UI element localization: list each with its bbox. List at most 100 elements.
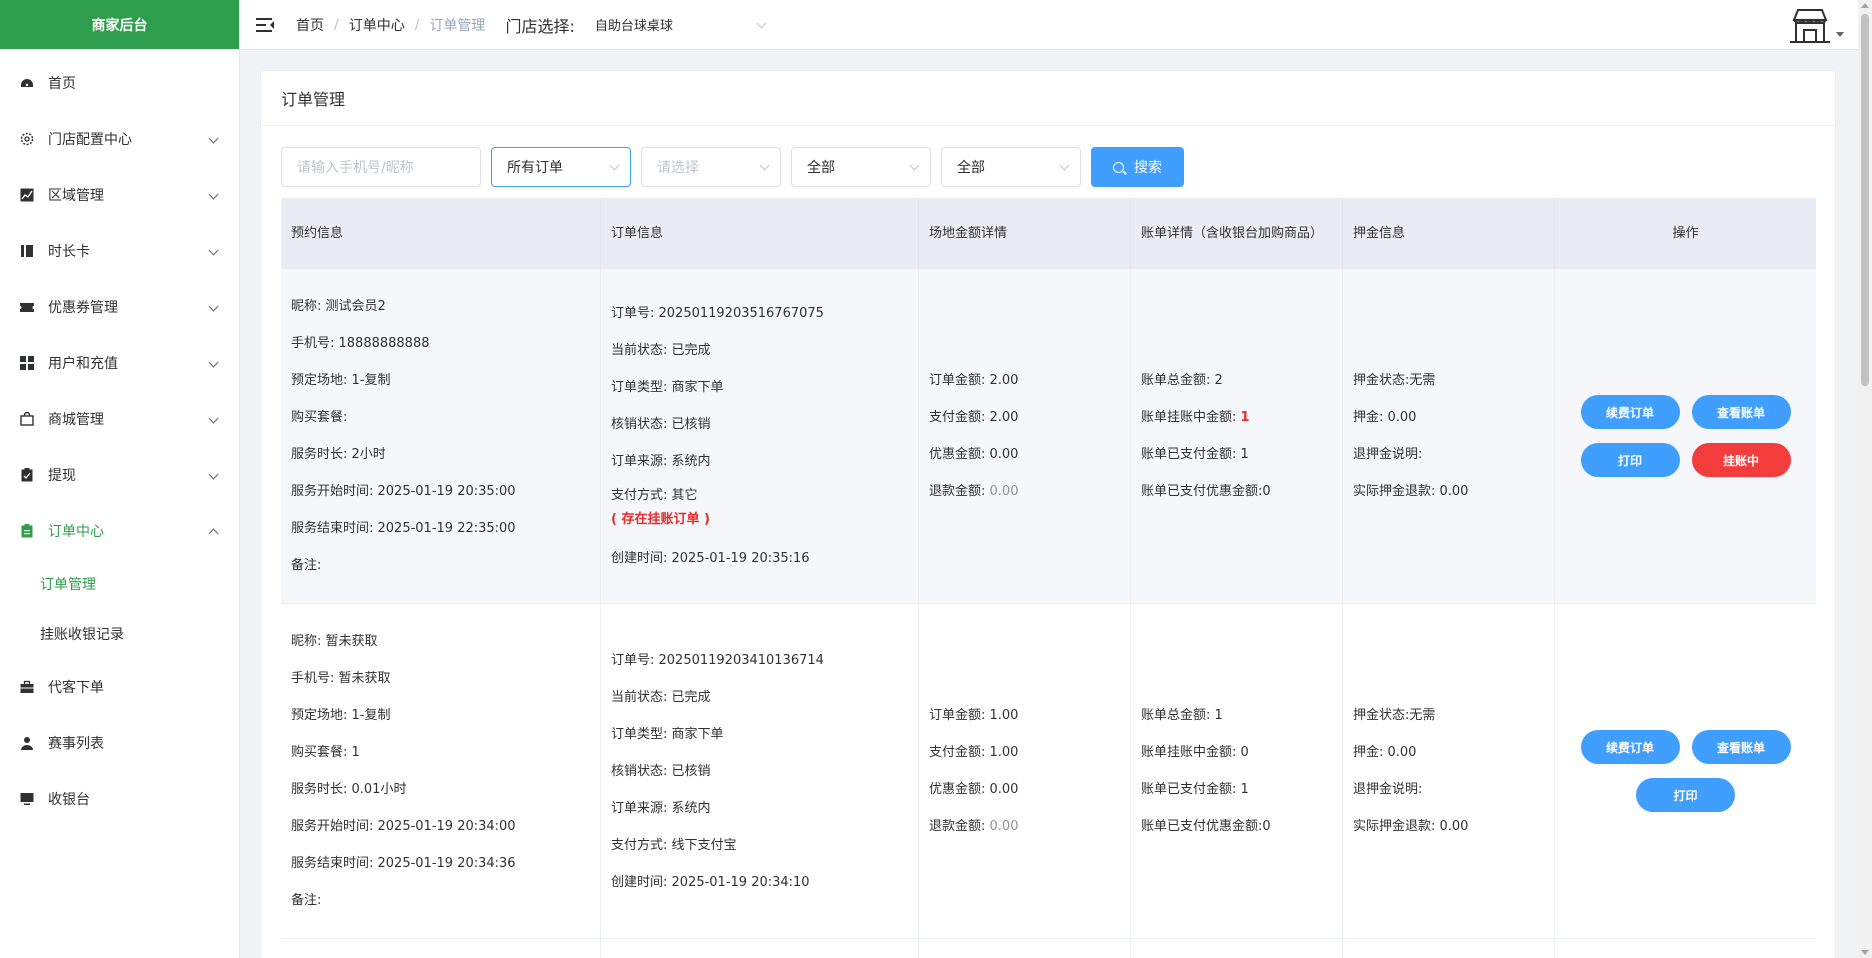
renew-order-button[interactable]: 续费订单 [1580, 395, 1680, 429]
grid-icon [20, 356, 34, 370]
venue-amount-cell: 订单金额: 2.00 支付金额: 2.00 优惠金额: 0.00 退款金额: 0… [919, 269, 1131, 603]
pay-amount: 支付金额: 1.00 [929, 745, 1019, 760]
pay-amount: 支付金额: 2.00 [929, 410, 1019, 425]
page-scrollbar[interactable] [1858, 0, 1872, 958]
bill-cell: 账单总金额: 2 账单挂账中金额: 1 账单已支付金额: 1 账单已支付优惠金额… [1131, 269, 1343, 603]
dashboard-icon [20, 76, 34, 90]
deposit-actual-refund: 实际押金退款: 0.00 [1353, 484, 1469, 499]
bill-pending: 账单挂账中金额: 1 [1141, 410, 1250, 425]
chevron-down-icon [208, 133, 219, 144]
booking-nickname: 昵称: 测试会员2 [291, 299, 386, 314]
order-cell: 订单号: 20250119203516767075 当前状态: 已完成 订单类型… [601, 269, 919, 603]
sidebar-subitem-credit-records[interactable]: 挂账收银记录 [0, 609, 239, 659]
breadcrumb-order-center[interactable]: 订单中心 [349, 15, 405, 35]
discount-amount: 优惠金额: 0.00 [929, 782, 1019, 797]
booking-remark: 备注: [291, 893, 322, 908]
chevron-down-icon [909, 160, 920, 171]
chevron-up-icon [208, 528, 219, 539]
chevron-down-icon [609, 160, 620, 171]
sidebar-item-label: 时长卡 [48, 244, 90, 260]
booking-package: 购买套餐: [291, 410, 348, 425]
search-button-label: 搜索 [1134, 160, 1162, 176]
sidebar-item-events[interactable]: 赛事列表 [0, 715, 239, 771]
booking-cell: 昵称: 测试会员2 手机号: 18888888888 预定场地: 1-复制 购买… [281, 269, 601, 603]
renew-order-button[interactable]: 续费订单 [1580, 730, 1680, 764]
sidebar-item-withdraw[interactable]: 提现 [0, 447, 239, 503]
bill-paid: 账单已支付金额: 1 [1141, 447, 1249, 462]
deposit-refund-note: 退押金说明: [1353, 447, 1423, 462]
booking-nickname: 昵称: 暂未获取 [291, 634, 378, 649]
search-input[interactable]: 请输入手机号/昵称 [281, 147, 481, 187]
booking-duration: 服务时长: 2小时 [291, 447, 386, 462]
order-verify: 核销状态: 已核销 [611, 763, 711, 779]
generic-select-placeholder: 请选择 [657, 160, 699, 176]
chevron-down-icon [208, 357, 219, 368]
sidebar-item-home[interactable]: 首页 [0, 55, 239, 111]
monitor-icon [20, 792, 34, 806]
scroll-down-icon[interactable] [1861, 950, 1869, 955]
booking-cell: 昵称: 暂未获取 手机号: 暂未获取 预定场地: 1-复制 购买套餐: 1 服务… [281, 604, 601, 938]
order-pay-method: 支付方式: 线下支付宝 [611, 837, 737, 853]
breadcrumb-home[interactable]: 首页 [296, 15, 324, 35]
view-bill-button[interactable]: 查看账单 [1691, 395, 1791, 429]
sidebar-item-time-card[interactable]: 时长卡 [0, 223, 239, 279]
bill-cell: 账单总金额: 1 账单挂账中金额: 0 账单已支付金额: 1 账单已支付优惠金额… [1131, 604, 1343, 938]
chevron-down-icon [756, 18, 767, 28]
order-credit-note: ( 存在挂账订单 ) [611, 512, 710, 527]
col-header-venue-amount: 场地金额详情 [919, 198, 1131, 269]
sidebar-item-store-config[interactable]: 门店配置中心 [0, 111, 239, 167]
col-header-deposit: 押金信息 [1343, 198, 1555, 269]
view-bill-button[interactable]: 查看账单 [1691, 730, 1791, 764]
brand-title: 商家后台 [0, 0, 239, 49]
order-source: 订单来源: 系统内 [611, 800, 711, 816]
booking-package: 购买套餐: 1 [291, 745, 360, 760]
sidebar-item-area[interactable]: 区域管理 [0, 167, 239, 223]
caret-down-icon[interactable] [1836, 32, 1844, 37]
chevron-down-icon [208, 245, 219, 256]
booking-venue: 预定场地: 1-复制 [291, 708, 391, 723]
order-number: 订单号: 20250119203410136714 [611, 652, 824, 668]
bill-pending: 账单挂账中金额: 0 [1141, 745, 1249, 760]
col-header-order: 订单信息 [601, 198, 919, 269]
scrollbar-thumb[interactable] [1861, 14, 1869, 386]
order-cell: 订单号: 20250119203410136714 当前状态: 已完成 订单类型… [601, 604, 919, 938]
status-select-2[interactable]: 全部 [941, 147, 1081, 187]
status-select-1-value: 全部 [807, 160, 835, 176]
search-button[interactable]: 搜索 [1091, 147, 1184, 187]
print-button[interactable]: 打印 [1636, 778, 1735, 812]
actions-cell: 续费订单 查看账单 打印 [1555, 604, 1816, 938]
status-select-2-value: 全部 [957, 160, 985, 176]
order-status: 当前状态: 已完成 [611, 343, 711, 358]
sidebar-item-order-center[interactable]: 订单中心 [0, 503, 239, 559]
store-select-label: 门店选择: [505, 16, 575, 36]
chevron-down-icon [1059, 160, 1070, 171]
sidebar-item-mall[interactable]: 商城管理 [0, 391, 239, 447]
generic-select[interactable]: 请选择 [641, 147, 781, 187]
card-icon [20, 244, 34, 258]
menu-toggle-icon[interactable] [256, 17, 274, 32]
sidebar-item-label: 代客下单 [48, 680, 104, 696]
bill-total: 账单总金额: 2 [1141, 373, 1223, 388]
sidebar-subitem-order-manage[interactable]: 订单管理 [0, 559, 239, 609]
status-select-1[interactable]: 全部 [791, 147, 931, 187]
clipboard-icon [20, 524, 34, 538]
bill-total: 账单总金额: 1 [1141, 708, 1223, 723]
print-button[interactable]: 打印 [1580, 443, 1680, 477]
deposit-cell: 押金状态:无需 押金: 0.00 退押金说明: 实际押金退款: 0.00 [1343, 604, 1555, 938]
sidebar-item-proxy-order[interactable]: 代客下单 [0, 659, 239, 715]
scroll-up-icon[interactable] [1861, 3, 1869, 8]
avatar[interactable] [1788, 6, 1832, 46]
sidebar-item-label: 首页 [48, 76, 76, 92]
search-input-placeholder: 请输入手机号/昵称 [297, 160, 414, 176]
sidebar-item-cashier[interactable]: 收银台 [0, 771, 239, 827]
on-credit-button[interactable]: 挂账中 [1691, 443, 1791, 477]
order-created: 创建时间: 2025-01-19 20:34:10 [611, 874, 810, 890]
order-type: 订单类型: 商家下单 [611, 380, 724, 395]
sidebar-item-users[interactable]: 用户和充值 [0, 335, 239, 391]
sidebar-item-label: 区域管理 [48, 188, 104, 204]
store-select[interactable]: 自助台球桌球 [595, 9, 775, 41]
orders-table: 预约信息 订单信息 场地金额详情 账单详情（含收银台加购商品） 押金信息 操作 … [281, 198, 1816, 958]
sidebar-item-coupon[interactable]: 优惠券管理 [0, 279, 239, 335]
order-type-select[interactable]: 所有订单 [491, 147, 631, 187]
order-verify: 核销状态: 已核销 [611, 417, 711, 432]
